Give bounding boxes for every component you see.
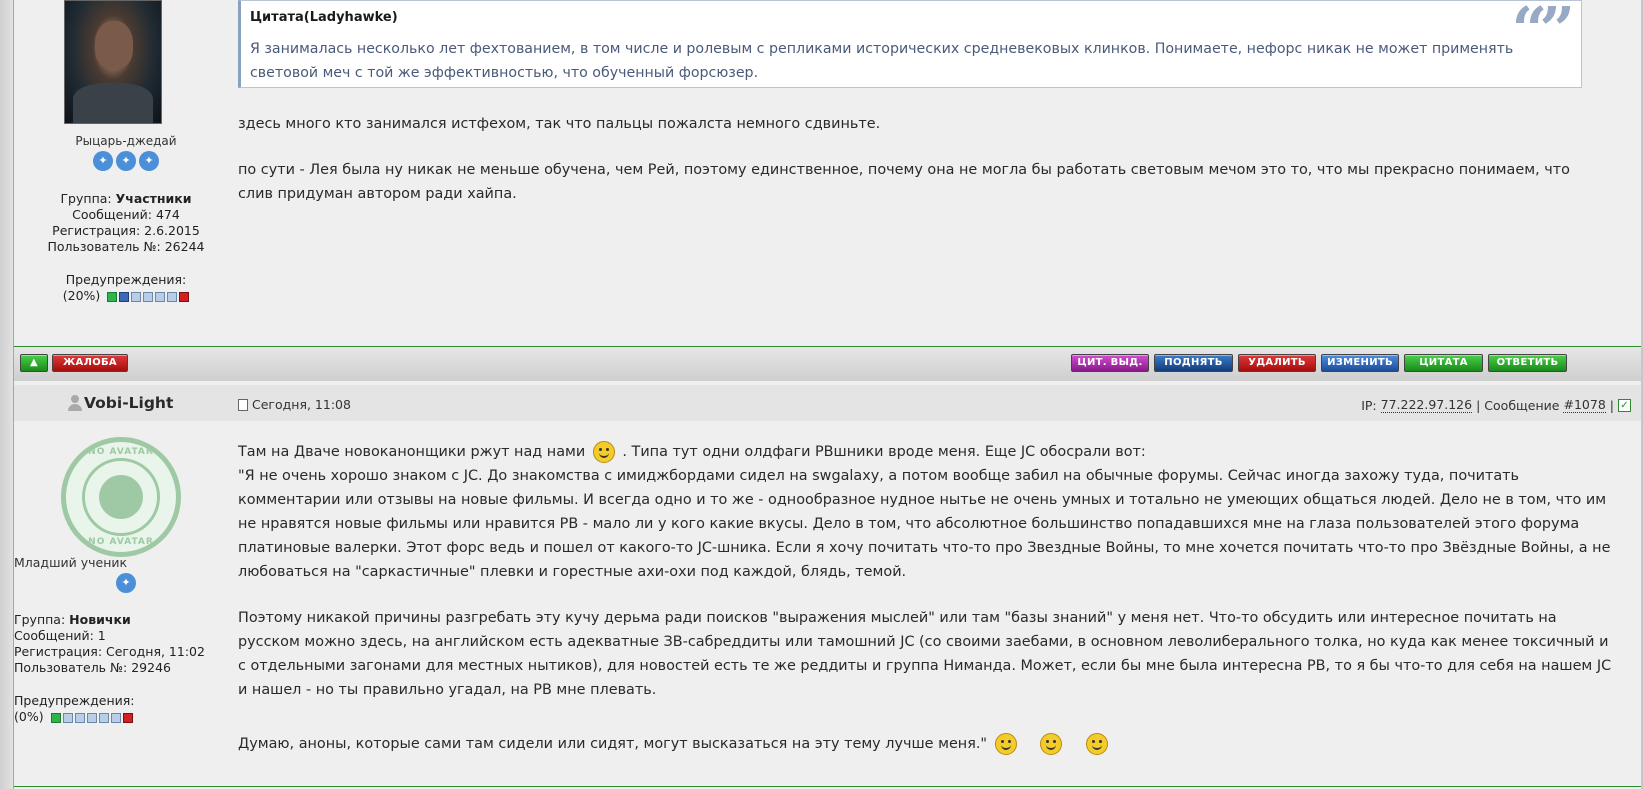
user-rank: Младший ученик [14,555,128,570]
warn-decrease-icon[interactable] [50,712,61,723]
post2-closing-line: Думаю, аноны, которые сами там сидели ил… [238,732,1618,756]
user-registration: Регистрация: 2.6.2015 [52,223,200,238]
scroll-top-button[interactable]: ▲ [20,354,48,372]
warnings-label: Предупреждения: [65,272,187,287]
avatar-face [95,21,133,69]
rebel-alliance-icon: ✦ [139,151,159,171]
warnings-level: (20%) [14,288,238,304]
thumbs-up-smile-icon [1040,733,1063,755]
laughing-smile-icon [994,733,1017,755]
user-posts-count: Сообщений: 1 [14,628,106,643]
user-posts-count: Сообщений: 474 [72,207,180,222]
post1-action-bar: ▲ ЖАЛОБА ЦИТ. ВЫД. ПОДНЯТЬ УДАЛИТЬ ИЗМЕН… [14,347,1641,381]
drinking-smile-icon [1085,733,1108,755]
warn-decrease-icon[interactable] [107,291,118,302]
rebel-alliance-icon: ✦ [93,151,113,171]
post2-line1: Там на Дваче новоканонщики ржут над нами… [238,440,1618,464]
rebel-alliance-icon [99,475,143,519]
rank-icons: ✦ [14,573,238,593]
post2-header: Vobi-Light Сегодня, 11:08 IP: 77.222.97.… [14,385,1641,421]
post1-avatar[interactable] [64,0,162,124]
forum-thread: Рыцарь-джедай ✦ ✦ ✦ Группа: Участники Со… [13,0,1641,789]
warn-level-block [143,291,154,302]
rebel-alliance-icon: ✦ [116,151,136,171]
warn-level-block [74,712,85,723]
warn-level-block [131,291,142,302]
warn-level-block [110,712,121,723]
user-icon [68,395,82,411]
user-number: Пользователь №: 26244 [47,239,205,254]
quote-button[interactable]: ЦИТАТА [1404,354,1483,372]
user-group: Группа: Участники [60,191,192,206]
quote-selected-button[interactable]: ЦИТ. ВЫД. [1071,354,1149,372]
rank-icons: ✦ ✦ ✦ [14,151,238,171]
user-rank: Рыцарь-джедай [75,134,177,148]
post2-paragraph: Поэтому никакой причины разгребать эту к… [238,610,1612,698]
rebel-alliance-icon: ✦ [116,573,136,593]
separator: | [1609,397,1614,413]
avatar-caption: NO AVATAR [88,447,154,457]
avatar-caption: NO AVATAR [88,537,154,547]
ip-link[interactable]: 77.222.97.126 [1380,397,1473,413]
quote-text: Я занималась несколько лет фехтованием, … [250,41,1514,81]
post1-paragraph: здесь много кто занимался истфехом, так … [238,116,881,132]
reply-button[interactable]: ОТВЕТИТЬ [1488,354,1567,372]
smile-icon [592,441,615,463]
post2-username[interactable]: Vobi-Light [68,394,173,412]
complaint-button[interactable]: ЖАЛОБА [52,354,128,372]
warn-level-block [119,291,130,302]
select-post-checkbox[interactable]: ✓ [1618,398,1631,412]
warn-level-block [86,712,97,723]
warn-increase-icon[interactable] [179,291,190,302]
delete-button[interactable]: УДАЛИТЬ [1238,354,1316,372]
warnings-bar [50,712,133,723]
post2-date: Сегодня, 11:08 [238,397,351,412]
user-number: Пользователь №: 29246 [14,660,171,675]
raise-button[interactable]: ПОДНЯТЬ [1154,354,1233,372]
warnings-level: (0%) [14,709,238,725]
message-number-link[interactable]: #1078 [1563,397,1606,413]
warnings-bar [107,291,190,302]
message-label: Сообщение [1484,397,1560,413]
warn-level-block [167,291,178,302]
edit-button[interactable]: ИЗМЕНИТЬ [1321,354,1399,372]
post2-quoted-paragraph: "Я не очень хорошо знаком с JC. До знако… [238,468,1611,580]
post2-avatar[interactable]: NO AVATAR NO AVATAR [61,437,181,557]
post1-paragraph: по сути - Лея была ну никак не меньше об… [238,162,1570,202]
warn-level-block [155,291,166,302]
warn-increase-icon[interactable] [122,712,133,723]
warn-level-block [62,712,73,723]
post-divider [14,786,1641,787]
warn-level-block [98,712,109,723]
document-icon [238,398,248,411]
page-background-left [0,0,13,789]
warnings-label: Предупреждения: [14,693,135,708]
avatar-armor [73,83,153,123]
post2-meta: IP: 77.222.97.126 | Сообщение #1078 | ✓ [1361,397,1631,413]
quote-header: Цитата(Ladyhawke) [250,10,398,25]
avatar-ring [82,458,160,536]
ip-label: IP: [1361,397,1377,413]
quote-block: Цитата(Ladyhawke) “” Я занималась нескол… [238,0,1582,88]
user-registration: Регистрация: Сегодня, 11:02 [14,644,205,659]
user-group: Группа: Новички [14,612,131,627]
post1-author-panel: Рыцарь-джедай ✦ ✦ ✦ Группа: Участники Со… [14,0,238,345]
separator: | [1476,397,1481,413]
